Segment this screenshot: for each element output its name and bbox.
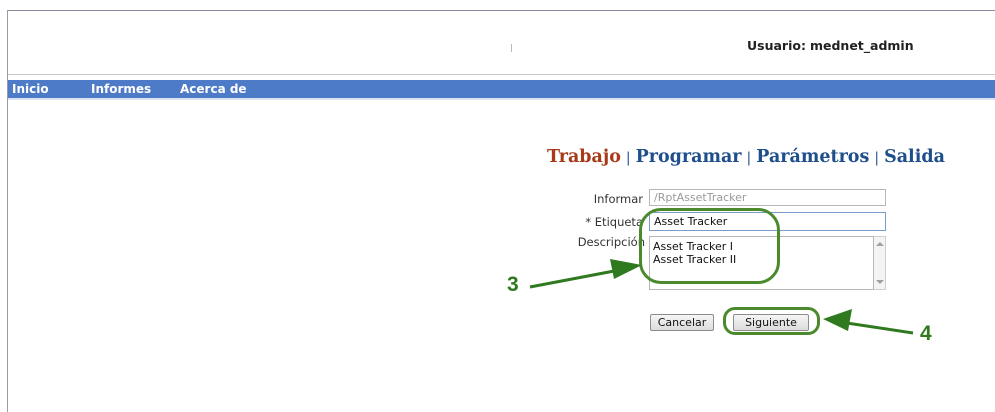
callout-number-4: 4 [920, 322, 932, 345]
callout-arrows [529, 259, 914, 335]
arrow-3-head [610, 259, 642, 279]
arrow-4-head [823, 309, 852, 331]
callout-number-3: 3 [507, 273, 519, 296]
arrow-4 [839, 320, 914, 335]
